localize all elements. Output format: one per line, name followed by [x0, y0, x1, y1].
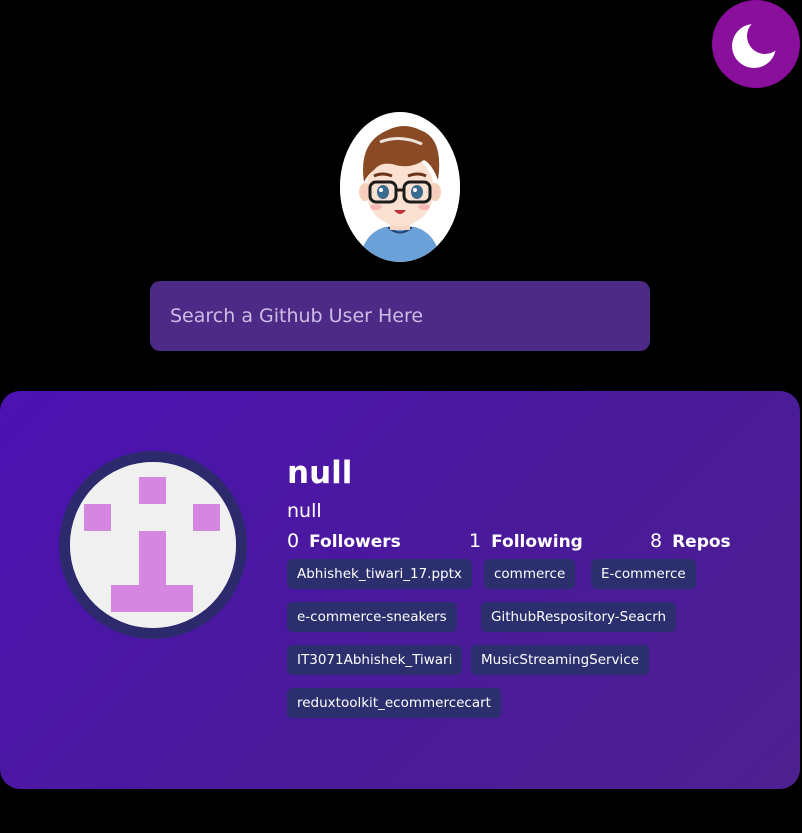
repo-link[interactable]: MusicStreamingService [471, 645, 650, 675]
repo-link[interactable]: commerce [484, 559, 576, 589]
stat-following: 1 Following [469, 530, 583, 552]
theme-toggle-button[interactable] [712, 0, 800, 88]
repo-link[interactable]: E-commerce [591, 559, 696, 589]
stat-label: Followers [309, 532, 401, 552]
repo-link[interactable]: e-commerce-sneakers [287, 602, 457, 632]
stat-label: Repos [672, 532, 731, 552]
user-stats: 0 Followers 1 Following 8 Repos [0, 530, 800, 554]
moon-icon [732, 24, 776, 68]
stat-repos: 8 Repos [650, 530, 731, 552]
repo-link[interactable]: GithubRespository-Seacrh [481, 602, 677, 632]
search-box [150, 281, 650, 351]
user-name: null [287, 455, 353, 491]
stat-value: 0 [287, 530, 300, 552]
user-card: null null 0 Followers 1 Following 8 Repo… [0, 391, 800, 789]
stat-followers: 0 Followers [287, 530, 401, 552]
repo-link[interactable]: IT3071Abhishek_Tiwari [287, 645, 463, 675]
repo-link[interactable]: reduxtoolkit_ecommercecart [287, 688, 501, 718]
cartoon-avatar-illustration [340, 112, 460, 262]
stat-value: 1 [469, 530, 482, 552]
hero-avatar-image [340, 112, 460, 262]
app-page: null null 0 Followers 1 Following 8 Repo… [0, 0, 802, 833]
user-login: null [287, 500, 322, 522]
stat-label: Following [491, 532, 583, 552]
stat-value: 8 [650, 530, 663, 552]
search-input[interactable] [150, 281, 650, 351]
repo-link[interactable]: Abhishek_tiwari_17.pptx [287, 559, 472, 589]
